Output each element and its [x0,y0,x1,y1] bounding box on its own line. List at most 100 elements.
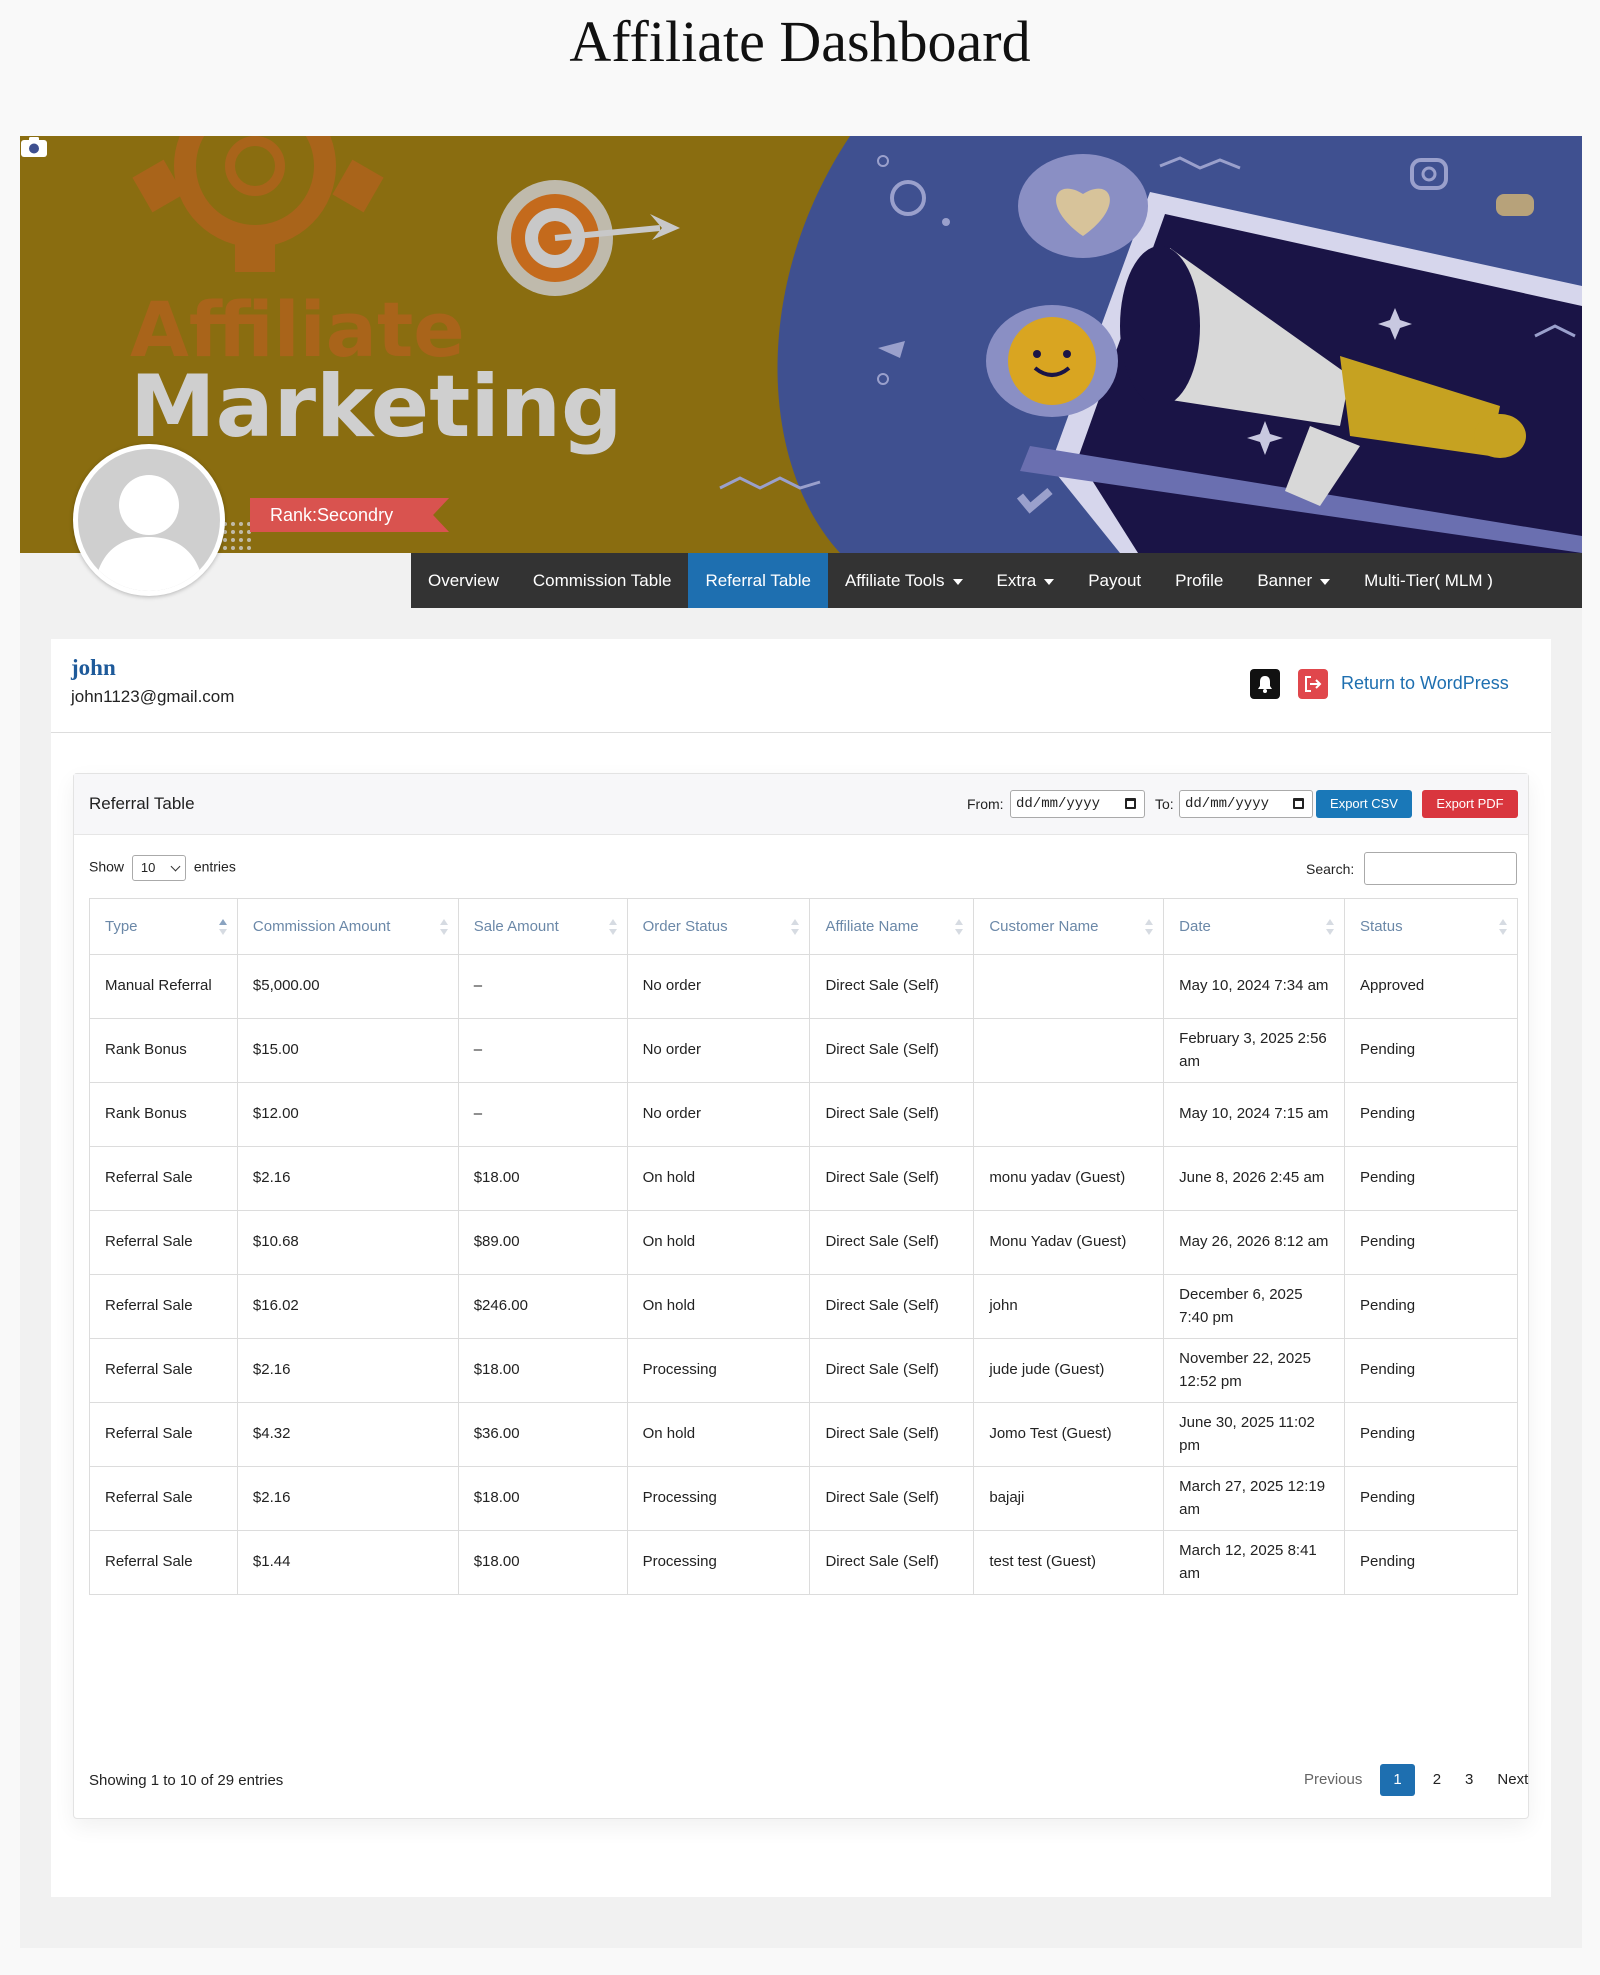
bell-icon [1258,676,1272,693]
cell-status: Pending [1344,1018,1518,1083]
cell-order-status: No order [626,1082,811,1147]
table-info: Showing 1 to 10 of 29 entries [89,1772,284,1789]
logout-icon [1305,676,1322,692]
pagination-page-2[interactable]: 2 [1421,1764,1453,1796]
cell-order-status: No order [626,1018,811,1083]
column-header-order-status[interactable]: Order Status [626,898,811,955]
cell-customer-name [973,1082,1165,1147]
cell-status: Pending [1344,1274,1518,1339]
page-length-select[interactable]: 10 [131,855,186,881]
sort-icon [218,919,227,935]
avatar[interactable] [73,444,225,596]
banner-headline-bottom: Marketing [130,357,623,457]
cell-sale-amount: – [457,1018,628,1083]
table-row: Manual Referral $5,000.00– No order Direct … [89,954,1518,1019]
cell-affiliate-name: Direct Sale (Self) [809,1018,975,1083]
search-input[interactable] [1364,852,1517,885]
nav-item-extra[interactable]: Extra [980,553,1072,608]
column-header-sale-amount[interactable]: Sale Amount [457,898,628,955]
nav-item-multi-tier[interactable]: Multi-Tier( MLM ) [1347,553,1510,608]
table-row: Referral Sale $10.68 $89.00 On hold Direct S… [89,1210,1518,1275]
panel-header: Referral Table From: dd/mm/yyyy To: dd/m… [74,774,1528,835]
cell-status: Pending [1344,1466,1518,1531]
logout-button[interactable] [1298,669,1328,699]
sort-icon [955,919,964,935]
column-header-type[interactable]: Type [89,898,238,955]
sort-icon [608,919,617,935]
camera-icon[interactable] [20,136,48,158]
cell-customer-name: john [973,1274,1165,1339]
cell-status: Pending [1344,1210,1518,1275]
cell-affiliate-name: Direct Sale (Self) [809,1402,975,1467]
cell-commission-amount: $15.00 [236,1018,459,1083]
cell-type: Referral Sale [89,1210,238,1275]
nav-item-commission-table[interactable]: Commission Table [516,553,689,608]
cell-status: Approved [1344,954,1518,1019]
column-header-affiliate-name[interactable]: Affiliate Name [809,898,975,955]
table-row: Referral Sale $4.32 $36.00 On hold Direct Sa… [89,1402,1518,1467]
dashboard-container: Affiliate Marketing Rank:Secondry Overvi… [20,136,1582,1948]
export-pdf-button[interactable]: Export PDF [1422,790,1518,818]
pagination-previous[interactable]: Previous [1292,1764,1374,1796]
sort-icon [1499,919,1507,935]
nav-item-banner[interactable]: Banner [1240,553,1347,608]
avatar-placeholder-icon [94,475,204,591]
calendar-icon [1293,798,1304,809]
pagination-page-1[interactable]: 1 [1380,1764,1415,1796]
cell-type: Referral Sale [89,1274,238,1339]
cell-commission-amount: $2.16 [236,1338,459,1403]
table-row: Rank Bonus $12.00– No order Direct Sale (Se… [89,1082,1518,1147]
cell-commission-amount: $10.68 [236,1210,459,1275]
cell-customer-name: Jomo Test (Guest) [973,1402,1165,1467]
caret-down-icon [1320,578,1331,585]
notification-button[interactable] [1250,669,1280,699]
cell-type: Referral Sale [89,1146,238,1211]
cell-customer-name [973,954,1165,1019]
cell-date: November 22, 2025 12:52 pm [1163,1338,1346,1403]
rank-badge: Rank:Secondry [250,498,449,532]
panel-title: Referral Table [89,794,195,813]
cell-sale-amount: $246.00 [457,1274,628,1339]
content-card: john john1123@gmail.com Return to WordPr… [51,639,1551,1897]
cell-status: Pending [1344,1146,1518,1211]
cell-affiliate-name: Direct Sale (Self) [809,954,975,1019]
cell-date: May 26, 2026 8:12 am [1163,1210,1346,1275]
cell-affiliate-name: Direct Sale (Self) [809,1530,975,1595]
cell-affiliate-name: Direct Sale (Self) [809,1466,975,1531]
export-csv-button[interactable]: Export CSV [1316,790,1412,818]
cell-order-status: On hold [626,1146,811,1211]
cell-date: March 12, 2025 8:41 am [1163,1530,1346,1595]
cell-status: Pending [1344,1082,1518,1147]
to-date-input[interactable]: dd/mm/yyyy [1179,790,1313,818]
column-header-date[interactable]: Date [1163,898,1346,955]
sort-icon [791,919,800,935]
cell-type: Manual Referral [89,954,238,1019]
table-row: Referral Sale $2.16 $18.00 Processing Direct… [89,1466,1518,1531]
cell-commission-amount: $2.16 [236,1466,459,1531]
table-header-row: Type Commission Amount Sale Amount Order… [89,898,1518,955]
column-header-status[interactable]: Status [1344,898,1518,955]
calendar-icon [1125,798,1136,809]
cell-date: February 3, 2025 2:56 am [1163,1018,1346,1083]
nav-item-affiliate-tools[interactable]: Affiliate Tools [828,553,980,608]
pagination: Previous 1 2 3 Next [1292,1764,1540,1796]
cell-order-status: No order [626,954,811,1019]
cell-affiliate-name: Direct Sale (Self) [809,1082,975,1147]
referral-table-panel: Referral Table From: dd/mm/yyyy To: dd/m… [73,773,1529,1819]
cell-type: Referral Sale [89,1466,238,1531]
nav-item-profile[interactable]: Profile [1158,553,1240,608]
column-header-commission-amount[interactable]: Commission Amount [236,898,459,955]
column-header-customer-name[interactable]: Customer Name [973,898,1165,955]
pagination-page-3[interactable]: 3 [1453,1764,1485,1796]
banner-illustration: Affiliate Marketing [20,136,1582,553]
nav-item-referral-table[interactable]: Referral Table [688,553,828,608]
return-to-wordpress-link[interactable]: Return to WordPress [1341,673,1509,694]
cell-commission-amount: $12.00 [236,1082,459,1147]
nav-item-overview[interactable]: Overview [411,553,516,608]
cell-sale-amount: – [457,954,628,1019]
nav-item-payout[interactable]: Payout [1071,553,1158,608]
referral-table: Type Commission Amount Sale Amount Order… [89,898,1518,1595]
pagination-next[interactable]: Next [1485,1764,1540,1796]
sort-icon [1326,919,1335,935]
from-date-input[interactable]: dd/mm/yyyy [1010,790,1145,818]
